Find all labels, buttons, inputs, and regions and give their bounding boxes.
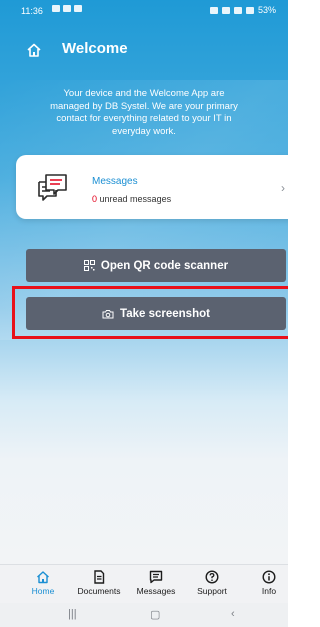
- unread-count: 0: [92, 194, 98, 204]
- messages-card[interactable]: Messages 0 unread messages ›: [16, 155, 288, 219]
- unread-summary: 0 unread messages: [92, 194, 171, 204]
- chat-bubbles-icon: [38, 174, 67, 201]
- notification-icons: [52, 5, 82, 12]
- nav-messages-label: Messages: [136, 586, 176, 596]
- app-screen: 11:36 53% Welcome Your device and the We…: [0, 0, 288, 627]
- qr-button-label: Open QR code scanner: [100, 259, 229, 272]
- back-icon[interactable]: ‹: [231, 608, 235, 620]
- status-time: 11:36: [21, 6, 43, 16]
- notification-icon: [52, 5, 60, 12]
- status-bar: 11:36 53%: [0, 0, 288, 22]
- signal-icon: [245, 6, 254, 14]
- message-icon: [149, 570, 163, 584]
- nav-home[interactable]: Home: [15, 570, 71, 596]
- nav-info[interactable]: Info: [241, 570, 288, 596]
- help-icon: [205, 570, 219, 584]
- home-button-icon[interactable]: ▢: [150, 608, 160, 621]
- messages-title: Messages: [92, 176, 138, 187]
- battery-level: 53%: [257, 5, 276, 15]
- alarm-icon: [221, 6, 230, 14]
- notification-icon: [74, 5, 82, 12]
- system-icons: 53%: [209, 5, 276, 15]
- recent-apps-icon[interactable]: |||: [68, 608, 77, 620]
- highlight-box: [12, 286, 288, 339]
- unread-label: unread messages: [99, 194, 172, 204]
- home-icon[interactable]: [26, 42, 42, 58]
- nav-support-label: Support: [197, 586, 227, 596]
- title-row: Welcome: [0, 38, 288, 62]
- qr-code-icon: [83, 260, 95, 271]
- bottom-navigation: Home Documents Messages Support Info: [0, 564, 288, 603]
- nav-documents-label: Documents: [77, 586, 121, 596]
- intro-text: Your device and the Welcome App are mana…: [50, 88, 238, 137]
- system-navigation-bar: ||| ▢ ‹: [0, 603, 288, 627]
- page-title: Welcome: [62, 40, 128, 57]
- nav-documents[interactable]: Documents: [71, 570, 127, 596]
- chevron-right-icon: ›: [281, 181, 285, 195]
- home-icon: [37, 571, 49, 584]
- open-qr-scanner-button[interactable]: Open QR code scanner: [26, 249, 286, 282]
- notification-icon: [63, 5, 71, 12]
- nav-support[interactable]: Support: [184, 570, 240, 596]
- nav-info-label: Info: [261, 586, 277, 596]
- document-icon: [94, 570, 105, 584]
- briefcase-icon: [209, 6, 218, 14]
- wifi-icon: [233, 6, 242, 14]
- nav-messages[interactable]: Messages: [128, 570, 184, 596]
- info-icon: [262, 570, 276, 584]
- nav-home-label: Home: [31, 586, 55, 596]
